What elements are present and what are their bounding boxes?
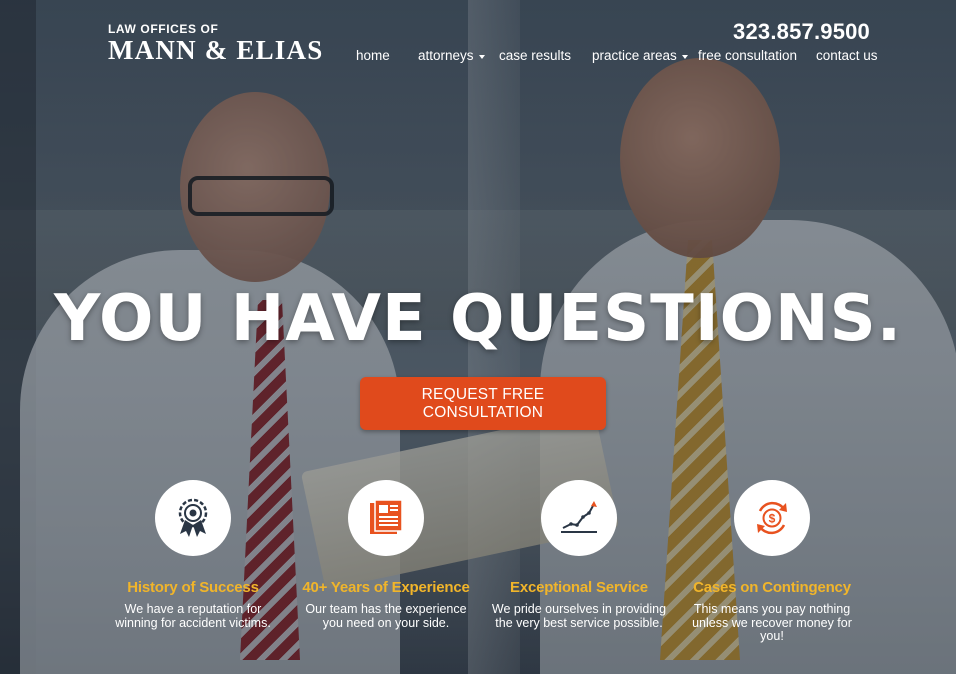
site-logo[interactable]: LAW OFFICES OF MANN & ELIAS: [108, 22, 323, 64]
feature-description: Our team has the experience you need on …: [305, 602, 467, 630]
hero-headline: YOU HAVE QUESTIONS.: [53, 282, 903, 356]
logo-title: MANN & ELIAS: [108, 35, 324, 65]
nav-label: free consultation: [698, 48, 798, 63]
nav-item-home[interactable]: home: [356, 48, 418, 63]
feature-icon-circle: [541, 480, 617, 556]
chevron-down-icon: [681, 54, 688, 59]
feature-icon-circle: [155, 480, 231, 556]
dollar-cycle-icon: $: [757, 501, 787, 535]
logo-subtitle: LAW OFFICES OF: [108, 22, 219, 36]
growth-chart-icon: [561, 501, 597, 533]
hero-section: LAW OFFICES OF MANN & ELIAS 323.857.9500…: [0, 0, 956, 674]
feature-history-of-success: History of Success We have a reputation …: [103, 480, 283, 630]
feature-description: We pride ourselves in providing the very…: [491, 602, 667, 630]
feature-icon-circle: $: [734, 480, 810, 556]
nav-label: contact us: [816, 48, 878, 63]
main-nav: home attorneys case results practice are…: [356, 48, 878, 63]
nav-label: attorneys: [418, 48, 474, 63]
request-consultation-button[interactable]: REQUEST FREE CONSULTATION: [360, 377, 606, 430]
award-ribbon-icon: [178, 498, 208, 537]
chevron-down-icon: [478, 54, 485, 59]
feature-exceptional-service: Exceptional Service We pride ourselves i…: [489, 480, 669, 630]
newspaper-icon: [370, 500, 403, 534]
nav-item-practice-areas[interactable]: practice areas: [592, 48, 698, 63]
feature-title: 40+ Years of Experience: [302, 579, 470, 596]
feature-description: We have a reputation for winning for acc…: [115, 602, 271, 630]
feature-title: History of Success: [127, 579, 259, 596]
nav-item-case-results[interactable]: case results: [499, 48, 592, 63]
nav-item-free-consultation[interactable]: free consultation: [698, 48, 816, 63]
phone-number-link[interactable]: 323.857.9500: [733, 19, 870, 45]
nav-label: practice areas: [592, 48, 677, 63]
nav-label: case results: [499, 48, 572, 63]
feature-title: Cases on Contingency: [693, 579, 851, 596]
feature-title: Exceptional Service: [510, 579, 648, 596]
nav-item-attorneys[interactable]: attorneys: [418, 48, 499, 63]
feature-description: This means you pay nothing unless we rec…: [692, 602, 852, 643]
feature-cases-on-contingency: $ Cases on Contingency This means you pa…: [682, 480, 862, 644]
feature-icon-circle: [348, 480, 424, 556]
nav-label: home: [356, 48, 390, 63]
svg-text:$: $: [769, 512, 776, 526]
nav-item-contact-us[interactable]: contact us: [816, 48, 878, 63]
feature-years-of-experience: 40+ Years of Experience Our team has the…: [296, 480, 476, 630]
